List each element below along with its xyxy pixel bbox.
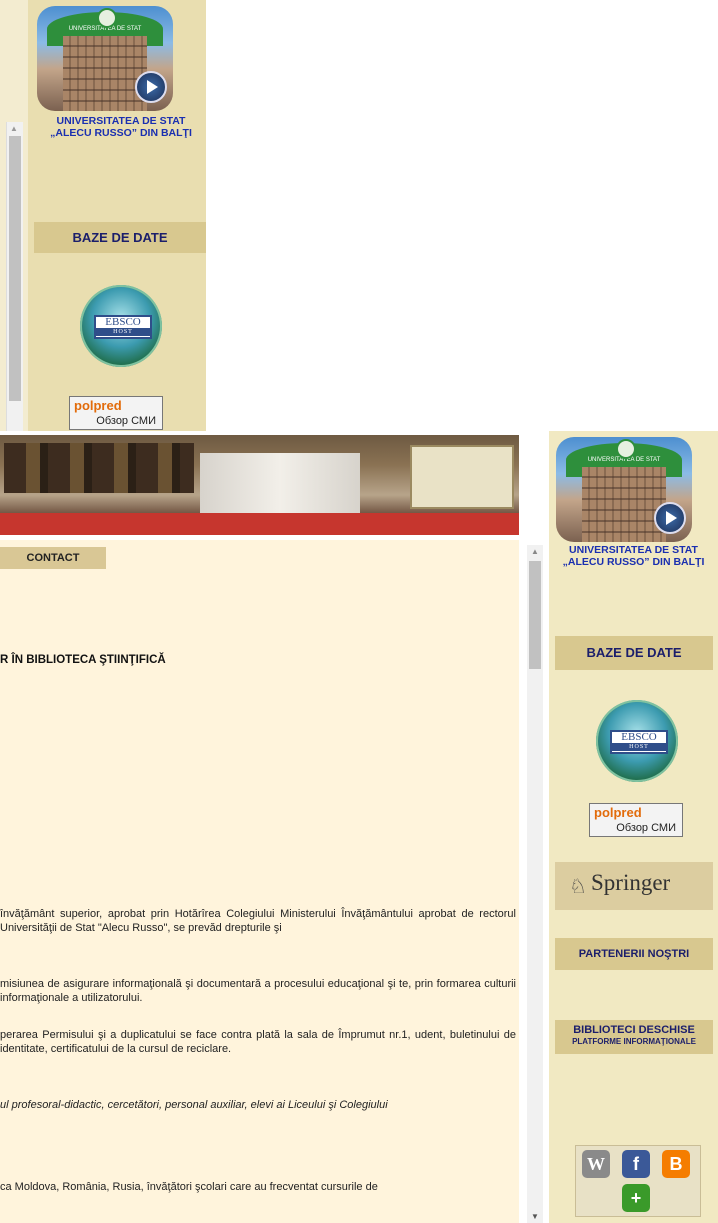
play-icon[interactable] [135, 71, 167, 103]
users-paragraph: ul profesoral-didactic, cercetători, per… [0, 1099, 388, 1111]
emblem-icon [616, 439, 636, 459]
polpred-logo[interactable]: polpred Обзор СМИ [589, 803, 683, 837]
springer-link[interactable]: ♘ Springer [555, 862, 713, 910]
content-area [0, 540, 519, 1223]
ebsco-host-logo[interactable]: EBSCO HOST [80, 285, 162, 367]
top-scrollbar-thumb[interactable] [9, 136, 21, 401]
facebook-icon[interactable]: f [622, 1150, 650, 1178]
permit-paragraph: perarea Permisului şi a duplicatului se … [0, 1029, 516, 1055]
open-libraries-link[interactable]: BIBLIOTECI DESCHISE PLATFORME INFORMAŢIO… [555, 1020, 713, 1054]
university-logo[interactable]: UNIVERSITATEA DE STAT [37, 6, 173, 111]
add-icon[interactable]: + [622, 1184, 650, 1212]
foreign-users-paragraph: ca Moldova, România, Rusia, învăţători ş… [0, 1181, 378, 1193]
springer-horse-icon: ♘ [569, 876, 587, 898]
main-scrollbar[interactable]: ▲ ▼ [527, 545, 543, 1223]
rules-paragraph: învăţământ superior, aprobat prin Hotărî… [0, 908, 516, 934]
scroll-up-icon[interactable]: ▲ [10, 124, 18, 133]
databases-heading: BAZE DE DATE [555, 636, 713, 670]
scroll-up-icon[interactable]: ▲ [531, 547, 539, 556]
platforms-label: PLATFORME INFORMAŢIONALE [572, 1037, 696, 1046]
emblem-icon [97, 8, 117, 28]
blogger-icon[interactable]: B [662, 1150, 690, 1178]
university-logo[interactable]: UNIVERSITATEA DE STAT [556, 437, 692, 542]
partners-link[interactable]: PARTENERII NOŞTRI [555, 938, 713, 970]
main-scrollbar-thumb[interactable] [529, 561, 541, 669]
university-name[interactable]: UNIVERSITATEA DE STAT „ALECU RUSSO” DIN … [549, 544, 718, 568]
library-banner-image [0, 435, 519, 535]
top-scrollbar[interactable]: ▲ [6, 122, 23, 431]
scroll-down-icon[interactable]: ▼ [531, 1212, 539, 1221]
building-image [582, 467, 666, 542]
play-icon[interactable] [654, 502, 686, 534]
wikipedia-icon[interactable]: W [582, 1150, 610, 1178]
open-libraries-label: BIBLIOTECI DESCHISE [573, 1024, 695, 1036]
page-title: R ÎN BIBLIOTECA ŞTIINŢIFICĂ [0, 654, 166, 666]
building-image [63, 36, 147, 111]
databases-heading: BAZE DE DATE [34, 222, 206, 253]
tab-contact[interactable]: CONTACT [0, 547, 106, 569]
mission-paragraph: misiunea de asigurare informaţională şi … [0, 978, 516, 1004]
polpred-logo[interactable]: polpred Обзор СМИ [69, 396, 163, 430]
ebsco-host-logo[interactable]: EBSCO HOST [596, 700, 678, 782]
social-links: W f B + [575, 1145, 701, 1217]
university-name[interactable]: UNIVERSITATEA DE STAT „ALECU RUSSO” DIN … [37, 115, 205, 139]
